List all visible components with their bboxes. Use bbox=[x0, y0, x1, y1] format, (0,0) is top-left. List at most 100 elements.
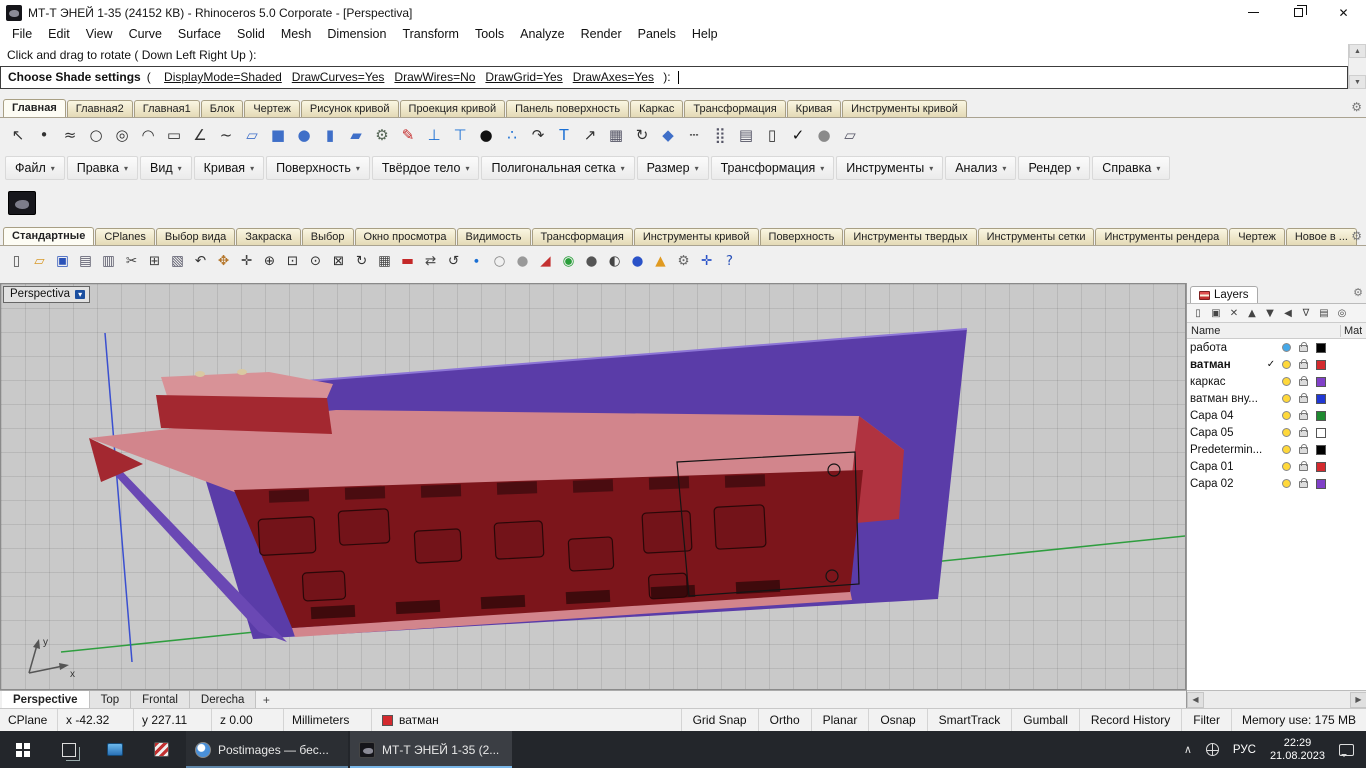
column-name[interactable]: Name bbox=[1191, 325, 1340, 337]
rhino-viewport-thumbnail[interactable] bbox=[8, 191, 36, 215]
menubar-item[interactable]: Mesh bbox=[273, 25, 320, 44]
layer-lock-icon[interactable] bbox=[1299, 478, 1308, 488]
move-icon[interactable]: ↗ bbox=[577, 122, 603, 149]
toolbar-group-tab[interactable]: Инструменты твердых bbox=[844, 228, 977, 245]
toolbar-group-tab[interactable]: Поверхность bbox=[759, 228, 844, 245]
cage-edit-icon[interactable]: ▯ bbox=[759, 122, 785, 149]
ru-menu-item[interactable]: Инструменты ▾ bbox=[836, 156, 944, 180]
lamp-off-icon[interactable]: ● bbox=[511, 249, 534, 273]
layer-color-swatch[interactable] bbox=[1316, 444, 1326, 455]
layer-lock-icon[interactable] bbox=[1299, 359, 1308, 369]
menubar-item[interactable]: Tools bbox=[467, 25, 512, 44]
ribbon-gear-icon[interactable]: ⚙ bbox=[1351, 100, 1362, 114]
winrar-button[interactable] bbox=[138, 731, 184, 768]
gears-icon[interactable]: ⚙ bbox=[672, 249, 695, 273]
polyline-icon[interactable]: ∠ bbox=[187, 122, 213, 149]
menubar-item[interactable]: Curve bbox=[121, 25, 170, 44]
pan-hand-icon[interactable]: ✥ bbox=[212, 249, 235, 273]
copy-icon[interactable]: ⊞ bbox=[143, 249, 166, 273]
command-option[interactable]: DisplayMode=Shaded bbox=[164, 70, 282, 84]
layer-color-swatch[interactable] bbox=[1316, 376, 1326, 387]
export-icon[interactable]: ▥ bbox=[97, 249, 120, 273]
tray-chevron-icon[interactable]: ∧ bbox=[1184, 743, 1192, 756]
color-wheel-icon[interactable]: ◉ bbox=[557, 249, 580, 273]
scroll-right-button[interactable]: ▶ bbox=[1350, 691, 1366, 708]
cut-icon[interactable]: ✂ bbox=[120, 249, 143, 273]
block-insert-icon[interactable]: ▤ bbox=[733, 122, 759, 149]
task-view-button[interactable] bbox=[46, 731, 92, 768]
sphere-icon[interactable]: ● bbox=[291, 122, 317, 149]
layers-panel-tab[interactable]: Layers bbox=[1190, 286, 1258, 303]
curve-control-points-icon[interactable]: ≈ bbox=[57, 122, 83, 149]
menubar-item[interactable]: File bbox=[4, 25, 40, 44]
cplane-axes-icon[interactable]: ✛ bbox=[695, 249, 718, 273]
pan-arrows-icon[interactable]: ⇄ bbox=[419, 249, 442, 273]
menubar-item[interactable]: Transform bbox=[394, 25, 467, 44]
ribbon-tab[interactable]: Главная bbox=[3, 99, 66, 117]
box-icon[interactable]: ■ bbox=[265, 122, 291, 149]
file-explorer-button[interactable] bbox=[92, 731, 138, 768]
layer-visibility-bulb-icon[interactable] bbox=[1282, 343, 1291, 352]
move-down-icon[interactable]: ▼ bbox=[1262, 305, 1278, 321]
arc-center-icon[interactable]: ◠ bbox=[135, 122, 161, 149]
zoom-in-icon[interactable]: ⊕ bbox=[258, 249, 281, 273]
boolean-union-icon[interactable]: ◆ bbox=[655, 122, 681, 149]
toolbar-group-tab[interactable]: Видимость bbox=[456, 228, 531, 245]
four-viewports-icon[interactable]: ▦ bbox=[373, 249, 396, 273]
layer-visibility-bulb-icon[interactable] bbox=[1282, 428, 1291, 437]
osnap-toggle[interactable]: Osnap bbox=[869, 709, 928, 731]
ru-menu-item[interactable]: Полигональная сетка ▾ bbox=[481, 156, 635, 180]
new-viewport-tab-button[interactable]: + bbox=[256, 691, 276, 708]
filter-funnel-icon[interactable]: ∇ bbox=[1298, 305, 1314, 321]
menubar-item[interactable]: Analyze bbox=[512, 25, 572, 44]
toolbar-group-tab[interactable]: Стандартные bbox=[3, 227, 95, 245]
ru-menu-item[interactable]: Правка ▾ bbox=[66, 156, 138, 180]
toolbar-group-tab[interactable]: CPlanes bbox=[95, 228, 155, 245]
single-point-icon[interactable]: • bbox=[31, 122, 57, 149]
ru-menu-item[interactable]: Поверхность ▾ bbox=[266, 156, 370, 180]
command-option[interactable]: DrawCurves=Yes bbox=[292, 70, 385, 84]
search-icon[interactable]: ◎ bbox=[1334, 305, 1350, 321]
taskbar-app-button[interactable]: Postimages — бес... bbox=[186, 731, 348, 768]
viewport-perspective[interactable]: Perspectiva ▾ x y bbox=[0, 283, 1186, 690]
circle-deformable-icon[interactable]: ◎ bbox=[109, 122, 135, 149]
delete-layer-icon[interactable]: ✕ bbox=[1226, 305, 1242, 321]
zoom-dynamic-icon[interactable]: ⊙ bbox=[304, 249, 327, 273]
ru-menu-item[interactable]: Кривая ▾ bbox=[193, 156, 265, 180]
layer-row[interactable]: Capa 02 bbox=[1187, 475, 1366, 492]
notification-center-icon[interactable] bbox=[1339, 743, 1354, 757]
smarttrack-toggle[interactable]: SmartTrack bbox=[928, 709, 1013, 731]
layer-visibility-bulb-icon[interactable] bbox=[1282, 445, 1291, 454]
zoom-window-icon[interactable]: ⊡ bbox=[281, 249, 304, 273]
save-file-icon[interactable]: ▣ bbox=[51, 249, 74, 273]
sketch-pencil-icon[interactable]: ✎ bbox=[395, 122, 421, 149]
toolbar-group-tab[interactable]: Новое в ... bbox=[1285, 228, 1357, 245]
viewport-tab-derecha[interactable]: Derecha bbox=[189, 691, 257, 708]
toolbar-group-tab[interactable]: Закраска bbox=[236, 228, 301, 245]
layer-row[interactable]: ватман ✓ bbox=[1187, 356, 1366, 373]
ribbon-tab[interactable]: Рисунок кривой bbox=[300, 100, 399, 117]
project-down-icon[interactable]: ⊥ bbox=[421, 122, 447, 149]
layers-horizontal-scrollbar[interactable]: ◀ ▶ bbox=[1187, 690, 1366, 708]
viewport-dropdown-icon[interactable]: ▾ bbox=[75, 289, 86, 299]
surface-plane-icon[interactable]: ▱ bbox=[239, 122, 265, 149]
ribbon-tab[interactable]: Главная2 bbox=[66, 100, 133, 117]
ru-menu-item[interactable]: Твёрдое тело ▾ bbox=[371, 156, 480, 180]
layer-lock-icon[interactable] bbox=[1299, 410, 1308, 420]
ribbon-tab[interactable]: Кривая bbox=[786, 100, 842, 117]
record-history-toggle[interactable]: Record History bbox=[1080, 709, 1183, 731]
cplane-pane[interactable]: CPlane bbox=[0, 709, 58, 731]
ortho-toggle[interactable]: Ortho bbox=[759, 709, 812, 731]
viewport-tab-perspective[interactable]: Perspective bbox=[2, 691, 90, 708]
ru-menu-item[interactable]: Рендер ▾ bbox=[1018, 156, 1091, 180]
ru-menu-item[interactable]: Анализ ▾ bbox=[945, 156, 1017, 180]
rectangle-corner-icon[interactable]: ▭ bbox=[161, 122, 187, 149]
ribbon-tab[interactable]: Трансформация bbox=[684, 100, 786, 117]
rhino-app-icon[interactable] bbox=[6, 4, 22, 21]
panel-gear-icon[interactable]: ⚙ bbox=[1353, 286, 1363, 299]
check-icon[interactable]: ✓ bbox=[785, 122, 811, 149]
command-scroll-down[interactable]: ▼ bbox=[1349, 75, 1366, 89]
point-cloud-icon[interactable]: ∴ bbox=[499, 122, 525, 149]
menubar-item[interactable]: Surface bbox=[170, 25, 229, 44]
ru-menu-item[interactable]: Размер ▾ bbox=[636, 156, 709, 180]
